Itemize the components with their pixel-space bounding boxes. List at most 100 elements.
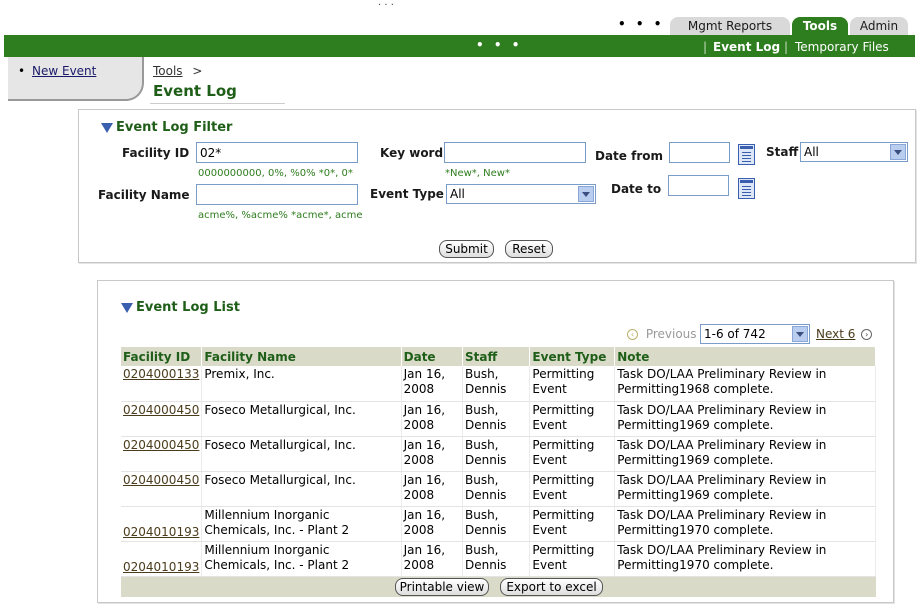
staff-cell: Bush, Dennis [462, 506, 531, 542]
date-cell: Jan 16, 2008 [401, 541, 463, 577]
column-header: Date [401, 347, 463, 366]
subnav-separator: | [703, 40, 708, 54]
column-header: Facility Name [201, 347, 402, 366]
breadcrumb-separator: > [192, 64, 203, 78]
staff-select[interactable]: All [800, 142, 908, 162]
bullet-icon: • [18, 64, 26, 78]
dropdown-arrow-icon[interactable] [890, 144, 906, 160]
date-cell: Jan 16, 2008 [401, 401, 463, 437]
tab-label: Mgmt Reports [687, 19, 773, 33]
table-row: 0204000450 Foseco Metallurgical, Inc. Ja… [121, 471, 876, 507]
staff-value: All [804, 145, 819, 159]
event-type-value: All [450, 187, 465, 201]
dropdown-arrow-icon[interactable] [792, 326, 808, 342]
facility-name-label: Facility Name [98, 188, 190, 202]
facility-id-link[interactable]: 0204010193 [123, 560, 199, 574]
note-cell: Task DO/LAA Preliminary Review in Permit… [614, 366, 876, 402]
column-header: Event Type [529, 347, 616, 366]
triangle-down-icon[interactable] [101, 122, 113, 133]
keyword-input[interactable] [444, 142, 586, 163]
export-excel-button[interactable]: Export to excel [500, 578, 603, 596]
facility-name-input[interactable] [196, 184, 358, 205]
date-to-input[interactable] [668, 175, 729, 196]
facility-name-cell: Foseco Metallurgical, Inc. [201, 471, 402, 507]
event-type-cell: Permitting Event [529, 471, 616, 507]
tab-label: Tools [802, 19, 838, 33]
date-from-input[interactable] [669, 142, 730, 163]
table-header-row: Facility ID Facility Name Date Staff Eve… [121, 347, 876, 366]
date-to-label: Date to [611, 182, 662, 196]
note-cell: Task DO/LAA Preliminary Review in Permit… [614, 471, 876, 507]
staff-cell: Bush, Dennis [462, 541, 531, 577]
sidebar-item-new-event[interactable]: New Event [32, 64, 96, 78]
reset-button[interactable]: Reset [505, 240, 553, 258]
breadcrumb-tools-link[interactable]: Tools [153, 64, 183, 78]
triangle-down-icon[interactable] [121, 302, 133, 313]
previous-arrow-icon: ‹ [627, 329, 638, 340]
tab-mgmt-reports[interactable]: Mgmt Reports [670, 17, 790, 35]
note-cell: Task DO/LAA Preliminary Review in Permit… [614, 541, 876, 577]
title-divider [150, 103, 285, 104]
next-arrow-icon[interactable]: › [861, 329, 873, 340]
staff-cell: Bush, Dennis [462, 436, 531, 472]
next-link[interactable]: Next 6 [816, 327, 855, 341]
printable-view-button[interactable]: Printable view [395, 578, 489, 596]
table-row: 0204000450 Foseco Metallurgical, Inc. Ja… [121, 436, 876, 472]
table-row: 0204010193 Millennium Inorganic Chemical… [121, 506, 876, 542]
subnav-event-log[interactable]: Event Log [713, 40, 780, 54]
facility-id-link[interactable]: 0204010193 [123, 525, 199, 539]
calendar-icon[interactable] [738, 178, 755, 199]
dropdown-arrow-icon[interactable] [578, 186, 594, 202]
table-row: 0204010193 Millennium Inorganic Chemical… [121, 541, 876, 577]
facility-id-input[interactable] [196, 142, 358, 163]
pager-next[interactable]: Next 6 › [816, 327, 873, 341]
date-cell: Jan 16, 2008 [401, 366, 463, 402]
note-cell: Task DO/LAA Preliminary Review in Permit… [614, 401, 876, 437]
facility-name-hint: acme%, %acme% *acme*, acme [198, 210, 363, 221]
range-select[interactable]: 1-6 of 742 [700, 324, 810, 344]
facility-name-cell: Millennium Inorganic Chemicals, Inc. - P… [201, 541, 402, 577]
range-value: 1-6 of 742 [704, 327, 766, 341]
event-type-cell: Permitting Event [529, 506, 616, 542]
subnav-temporary-files[interactable]: Temporary Files [795, 40, 889, 54]
calendar-icon[interactable] [738, 144, 755, 165]
tab-admin[interactable]: Admin [850, 17, 908, 35]
nav-dots: • • • [476, 38, 523, 52]
table-row: 0204000450 Foseco Metallurgical, Inc. Ja… [121, 401, 876, 437]
staff-cell: Bush, Dennis [462, 471, 531, 507]
event-type-cell: Permitting Event [529, 366, 616, 402]
pager-previous: ‹ Previous [627, 327, 697, 341]
breadcrumb: Tools > [153, 64, 202, 78]
facility-id-hint: 0000000000, 0%, %0% *0*, 0* [198, 168, 353, 179]
keyword-label: Key word [380, 146, 444, 160]
column-header: Note [614, 347, 876, 366]
subnav-separator: | [784, 40, 789, 54]
facility-id-link[interactable]: 0204000450 [123, 473, 199, 487]
filter-title: Event Log Filter [101, 120, 232, 135]
tab-tools[interactable]: Tools [792, 17, 848, 35]
date-cell: Jan 16, 2008 [401, 471, 463, 507]
keyword-hint: *New*, New* [445, 168, 510, 179]
note-cell: Task DO/LAA Preliminary Review in Permit… [614, 436, 876, 472]
facility-id-link[interactable]: 0204000450 [123, 403, 199, 417]
staff-cell: Bush, Dennis [462, 366, 531, 402]
facility-name-cell: Premix, Inc. [201, 366, 402, 402]
facility-id-link[interactable]: 0204000133 [123, 367, 199, 381]
top-dots: · · · [378, 0, 394, 11]
facility-id-label: Facility ID [122, 146, 190, 160]
column-header: Staff [462, 347, 531, 366]
staff-cell: Bush, Dennis [462, 401, 531, 437]
list-title: Event Log List [121, 300, 240, 315]
submit-button[interactable]: Submit [439, 240, 494, 258]
event-log-table: Facility ID Facility Name Date Staff Eve… [121, 347, 876, 577]
list-title-text: Event Log List [136, 300, 240, 315]
note-cell: Task DO/LAA Preliminary Review in Permit… [614, 506, 876, 542]
column-header: Facility ID [121, 347, 203, 366]
event-type-cell: Permitting Event [529, 401, 616, 437]
event-type-select[interactable]: All [446, 184, 596, 204]
facility-id-link[interactable]: 0204000450 [123, 438, 199, 452]
table-row: 0204000133 Premix, Inc. Jan 16, 2008 Bus… [121, 366, 876, 402]
event-type-label: Event Type [370, 187, 444, 201]
date-cell: Jan 16, 2008 [401, 436, 463, 472]
filter-title-text: Event Log Filter [116, 120, 233, 135]
